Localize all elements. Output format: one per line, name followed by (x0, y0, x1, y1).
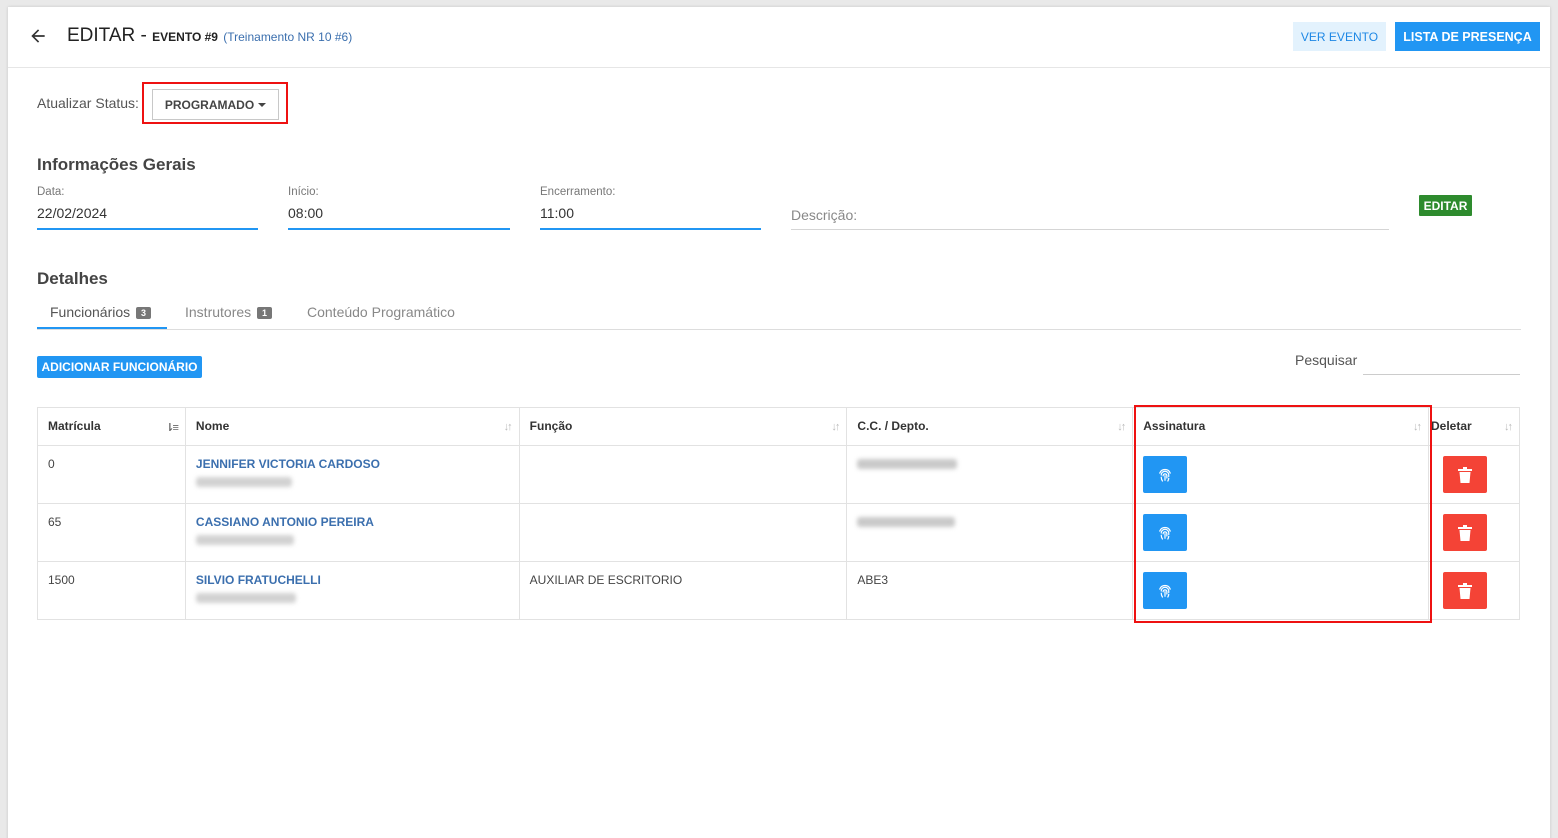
redacted-text (857, 459, 958, 469)
data-label: Data: (37, 186, 65, 198)
redacted-text (195, 477, 292, 487)
col-cc[interactable]: C.C. / Depto. ↓↑ (846, 407, 1134, 446)
tab-conteudo-label: Conteúdo Programático (307, 304, 455, 320)
cell-matricula: 65 (37, 503, 186, 562)
top-bar: EDITAR - EVENTO #9 (Treinamento NR 10 #6… (8, 7, 1550, 68)
col-deletar[interactable]: Deletar ↓↑ (1427, 407, 1521, 446)
active-tab-indicator (37, 327, 167, 329)
data-underline (37, 228, 258, 230)
search-label: Pesquisar (1295, 352, 1358, 368)
caret-down-icon (258, 102, 267, 107)
tab-funcionarios-label: Funcionários (50, 304, 131, 320)
signature-highlight-box (1134, 405, 1432, 623)
page-title: EDITAR - EVENTO #9 (Treinamento NR 10 #6… (67, 25, 352, 47)
sort-icon[interactable]: ↓↑ (1504, 421, 1513, 433)
trash-icon (1457, 466, 1472, 483)
descricao-underline (791, 229, 1389, 230)
redacted-text (195, 593, 296, 603)
sort-active-icon[interactable]: ⇂≡ (165, 421, 179, 434)
sort-icon[interactable]: ↓↑ (831, 421, 840, 433)
sort-icon[interactable]: ↓↑ (1117, 421, 1126, 433)
col-matricula-label: Matrícula (48, 419, 101, 433)
status-value: PROGRAMADO (164, 97, 255, 112)
search-input[interactable] (1363, 345, 1520, 375)
cell-cc (846, 503, 1134, 562)
cell-funcao: AUXILIAR DE ESCRITORIO (518, 561, 848, 620)
inicio-underline (288, 228, 510, 230)
col-funcao-label: Função (529, 419, 573, 433)
cell-nome: CASSIANO ANTONIO PEREIRA (184, 503, 520, 562)
cell-matricula: 1500 (37, 561, 186, 620)
employee-name-link[interactable]: SILVIO FRATUCHELLI (196, 573, 509, 587)
col-deletar-label: Deletar (1430, 419, 1472, 433)
delete-button[interactable] (1442, 514, 1487, 551)
data-field[interactable]: 22/02/2024 (37, 205, 107, 221)
cell-cc (846, 445, 1134, 504)
add-funcionario-button[interactable]: ADICIONAR FUNCIONÁRIO (37, 356, 202, 378)
status-label: Atualizar Status: (37, 95, 139, 111)
tab-conteudo[interactable]: Conteúdo Programático (307, 304, 455, 320)
cell-cc: ABE3 (846, 561, 1134, 620)
cell-deletar (1427, 503, 1521, 562)
cell-funcao (518, 445, 848, 504)
back-arrow-icon[interactable] (28, 26, 48, 46)
page-card: EDITAR - EVENTO #9 (Treinamento NR 10 #6… (8, 7, 1550, 838)
encerramento-underline (540, 228, 761, 230)
inicio-label: Início: (288, 186, 319, 198)
descricao-field[interactable]: Descrição: (791, 207, 857, 223)
status-dropdown[interactable]: PROGRAMADO (152, 89, 279, 120)
cell-deletar (1427, 445, 1521, 504)
col-cc-label: C.C. / Depto. (857, 419, 929, 433)
sort-icon[interactable]: ↓↑ (504, 421, 513, 433)
tab-funcionarios[interactable]: Funcionários 3 (50, 304, 152, 320)
delete-button[interactable] (1442, 572, 1487, 609)
tabs-divider (37, 329, 1521, 330)
training-link[interactable]: (Treinamento NR 10 #6) (223, 30, 352, 44)
tab-instrutores[interactable]: Instrutores 1 (185, 304, 273, 320)
encerramento-label: Encerramento: (540, 186, 616, 198)
col-funcao[interactable]: Função ↓↑ (518, 407, 848, 446)
tab-funcionarios-count: 3 (136, 307, 152, 320)
employee-name-link[interactable]: CASSIANO ANTONIO PEREIRA (196, 515, 509, 529)
editar-button[interactable]: EDITAR (1419, 195, 1472, 216)
event-label: EVENTO #9 (152, 30, 218, 44)
tab-instrutores-label: Instrutores (185, 304, 252, 320)
ver-evento-button[interactable]: VER EVENTO (1293, 22, 1386, 51)
col-nome[interactable]: Nome ↓↑ (184, 407, 520, 446)
tab-instrutores-count: 1 (257, 307, 273, 320)
title-text: EDITAR - (67, 25, 147, 46)
delete-button[interactable] (1442, 456, 1487, 493)
col-nome-label: Nome (195, 419, 230, 433)
encerramento-field[interactable]: 11:00 (540, 205, 574, 221)
cell-funcao (518, 503, 848, 562)
employee-name-link[interactable]: JENNIFER VICTORIA CARDOSO (196, 457, 509, 471)
redacted-text (857, 517, 956, 527)
cell-matricula: 0 (37, 445, 186, 504)
cell-nome: JENNIFER VICTORIA CARDOSO (184, 445, 520, 504)
col-matricula[interactable]: Matrícula ⇂≡ (37, 407, 186, 446)
cell-deletar (1427, 561, 1521, 620)
redacted-text (195, 535, 294, 545)
info-heading: Informações Gerais (37, 155, 196, 174)
inicio-field[interactable]: 08:00 (288, 205, 323, 221)
cell-nome: SILVIO FRATUCHELLI (184, 561, 520, 620)
trash-icon (1457, 524, 1472, 541)
trash-icon (1457, 582, 1472, 599)
lista-presenca-button[interactable]: LISTA DE PRESENÇA (1395, 22, 1540, 51)
details-heading: Detalhes (37, 269, 108, 288)
